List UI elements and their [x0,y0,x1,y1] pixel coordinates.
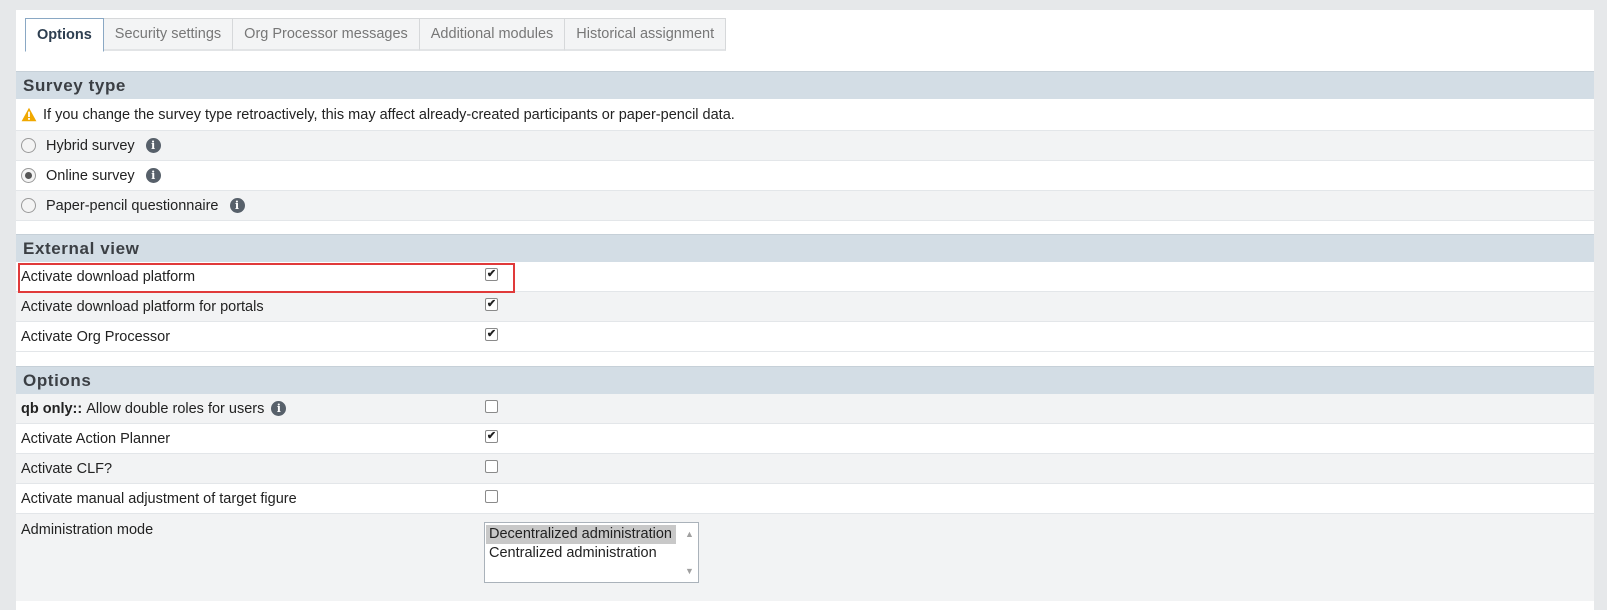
tab-historical-assignment[interactable]: Historical assignment [565,18,727,51]
warning-text: If you change the survey type retroactiv… [43,106,735,123]
checkbox-org-processor[interactable]: ✔ [485,328,498,341]
checkbox-download-platform[interactable]: ✔ [485,268,498,281]
info-icon[interactable]: i [145,168,161,183]
setting-row: Activate Action Planner ✔ [16,424,1594,454]
double-roles-text: Allow double roles for users [86,400,265,417]
checkbox-action-planner[interactable]: ✔ [485,430,498,443]
warning-icon [21,107,37,122]
radio-row-paper-pencil: Paper-pencil questionnaire i [16,191,1594,221]
checkbox-download-platform-portals[interactable]: ✔ [485,298,498,311]
radio-label-paper-pencil[interactable]: Paper-pencil questionnaire [46,198,219,214]
listbox-option-centralized[interactable]: Centralized administration [486,544,676,563]
setting-row: Activate Org Processor ✔ [16,322,1594,352]
setting-label-download-platform: Activate download platform [21,268,196,285]
checkbox-double-roles[interactable] [485,400,498,413]
scroll-down-icon[interactable]: ▼ [685,566,694,576]
radio-label-online-survey[interactable]: Online survey [46,168,135,184]
setting-label-clf: Activate CLF? [21,460,113,477]
radio-online-survey[interactable] [21,168,36,183]
setting-row-admin-mode: Administration mode [16,514,1594,601]
setting-row: Activate manual adjustment of target fig… [16,484,1594,514]
scroll-up-icon[interactable]: ▲ [685,529,694,539]
tab-org-processor-messages[interactable]: Org Processor messages [233,18,420,51]
radio-row-hybrid: Hybrid survey i [16,131,1594,161]
qb-only-prefix: qb only:: [21,400,83,417]
checkbox-manual-adjustment[interactable] [485,490,498,503]
setting-label-double-roles: qb only:: Allow double roles for users i [21,401,486,417]
setting-row: Activate CLF? [16,454,1594,484]
radio-row-online: Online survey i [16,161,1594,191]
tab-security-settings[interactable]: Security settings [103,18,234,51]
section-header-options: Options [16,366,1594,394]
setting-label-org-processor: Activate Org Processor [21,328,171,345]
radio-paper-pencil[interactable] [21,198,36,213]
info-icon[interactable]: i [229,198,245,213]
admin-mode-listbox[interactable]: Decentralized administration Centralized… [484,522,699,583]
section-header-external-view: External view [16,234,1594,262]
tab-additional-modules[interactable]: Additional modules [419,18,566,51]
radio-hybrid-survey[interactable] [21,138,36,153]
survey-type-warning: If you change the survey type retroactiv… [16,99,1594,131]
tab-bar: Options Security settings Org Processor … [16,10,1594,58]
setting-label-download-platform-portals: Activate download platform for portals [21,298,264,315]
radio-label-hybrid-survey[interactable]: Hybrid survey [46,138,135,154]
tab-options[interactable]: Options [25,18,104,52]
listbox-scrollbar[interactable]: ▲ ▼ [681,523,698,582]
info-icon[interactable]: i [271,401,287,416]
setting-row: Activate download platform ✔ [16,262,1594,292]
info-icon[interactable]: i [145,138,161,153]
section-header-survey-type: Survey type [16,71,1594,99]
listbox-option-decentralized[interactable]: Decentralized administration [486,525,676,544]
setting-row: qb only:: Allow double roles for users i [16,394,1594,424]
setting-label-manual-adjustment: Activate manual adjustment of target fig… [21,490,297,507]
setting-row: Activate download platform for portals ✔ [16,292,1594,322]
setting-label-action-planner: Activate Action Planner [21,430,171,447]
checkbox-clf[interactable] [485,460,498,473]
radio-selected-dot [25,172,32,179]
setting-label-admin-mode: Administration mode [21,522,154,538]
